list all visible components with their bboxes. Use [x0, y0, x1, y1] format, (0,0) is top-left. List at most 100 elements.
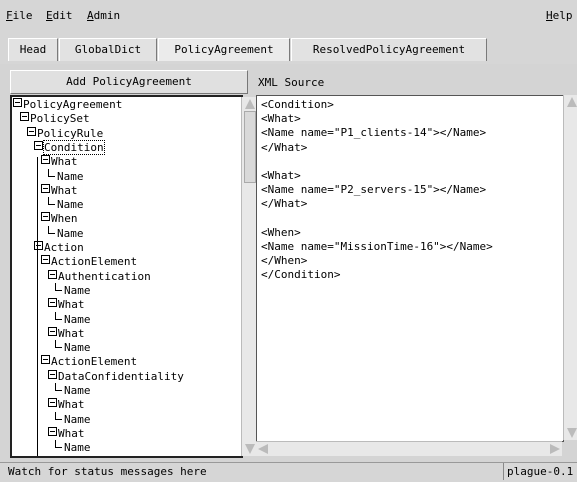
- tree-node-dataconfidentiality[interactable]: DataConfidentiality: [48, 369, 184, 384]
- collapse-icon[interactable]: [34, 241, 43, 250]
- tree-node-policyagreement[interactable]: PolicyAgreement: [13, 98, 122, 112]
- tree-leaf-name[interactable]: Name: [55, 311, 91, 327]
- leaf-connector-icon: [55, 440, 62, 449]
- tree-node-label: When: [51, 212, 78, 226]
- collapse-icon[interactable]: [20, 112, 29, 122]
- menu-edit[interactable]: Edit: [46, 9, 73, 22]
- collapse-icon[interactable]: [48, 298, 57, 308]
- collapse-icon[interactable]: [13, 98, 22, 107]
- tree-node-label: What: [58, 426, 85, 440]
- tree-node-what[interactable]: What: [48, 426, 85, 441]
- tree-node-actionelement[interactable]: ActionElement: [41, 255, 137, 269]
- collapse-icon[interactable]: [34, 140, 43, 150]
- tree-node-label: Name: [64, 341, 91, 355]
- tree-node-label: What: [58, 398, 85, 412]
- collapse-icon[interactable]: [48, 398, 57, 408]
- xml-line: <What>: [261, 112, 301, 126]
- tree-node-condition[interactable]: Condition: [34, 139, 105, 155]
- scroll-thumb[interactable]: [244, 111, 256, 183]
- scroll-down-icon[interactable]: [567, 428, 577, 438]
- collapse-icon[interactable]: [48, 426, 57, 436]
- tab-globaldict[interactable]: GlobalDict: [59, 38, 157, 61]
- tree-leaf-name[interactable]: Name: [55, 383, 91, 398]
- leaf-connector-icon: [55, 311, 62, 320]
- collapse-icon[interactable]: [41, 255, 50, 265]
- tree-scrollbar[interactable]: [241, 97, 257, 456]
- collapse-icon[interactable]: [48, 269, 57, 279]
- collapse-icon[interactable]: [41, 155, 50, 165]
- xml-line: </What>: [261, 197, 308, 211]
- tree-node-label: What: [58, 298, 85, 312]
- add-policyagreement-button[interactable]: Add PolicyAgreement: [10, 70, 248, 94]
- tree-node-label: ActionElement: [51, 255, 138, 269]
- scroll-up-icon[interactable]: [245, 99, 255, 109]
- tree-node-when[interactable]: When: [41, 212, 78, 226]
- tree-node-policyrule[interactable]: PolicyRule: [27, 126, 104, 141]
- tree-node-what[interactable]: What: [48, 398, 85, 412]
- tree-node-what[interactable]: What: [41, 183, 78, 198]
- tree-leaf-name[interactable]: Name: [48, 197, 84, 212]
- xml-line: </When>: [261, 254, 308, 268]
- scroll-up-icon[interactable]: [567, 97, 577, 107]
- tree-node-label: Name: [57, 169, 84, 183]
- tree-leaf-name[interactable]: Name: [55, 440, 91, 455]
- tree-node-what[interactable]: What: [48, 326, 85, 341]
- collapse-icon[interactable]: [48, 369, 57, 379]
- xml-vertical-scrollbar[interactable]: [563, 95, 577, 440]
- tree-node-what[interactable]: What: [48, 298, 85, 312]
- tree-node-label: Name: [57, 226, 84, 240]
- scroll-right-icon[interactable]: [550, 444, 560, 454]
- tree-leaf-name[interactable]: Name: [55, 282, 91, 298]
- collapse-icon[interactable]: [27, 126, 36, 136]
- tree-node-label: Name: [57, 198, 84, 212]
- tree-node-label: Action: [44, 241, 84, 254]
- tree-node-label: Name: [64, 312, 91, 326]
- collapse-icon[interactable]: [41, 212, 50, 222]
- menu-help[interactable]: Help: [546, 9, 573, 22]
- tab-policyagreement[interactable]: PolicyAgreement: [158, 38, 290, 61]
- tree-leaf-name[interactable]: Name: [48, 225, 84, 241]
- tree-node-label: What: [51, 183, 78, 197]
- leaf-connector-icon: [48, 197, 55, 206]
- leaf-connector-icon: [55, 411, 62, 420]
- xml-horizontal-scrollbar[interactable]: [256, 441, 562, 456]
- policy-tree[interactable]: PolicyAgreement PolicySet PolicyRule Condit…: [10, 95, 243, 458]
- tree-leaf-name[interactable]: Name: [48, 168, 84, 184]
- tree-node-label: Name: [64, 441, 91, 455]
- menu-file[interactable]: File: [6, 9, 33, 22]
- xml-line: </Condition>: [261, 268, 341, 282]
- leaf-connector-icon: [55, 383, 62, 391]
- scroll-down-icon[interactable]: [245, 444, 255, 454]
- tree-node-label: DataConfidentiality: [58, 369, 184, 383]
- tree-node-label: PolicyAgreement: [23, 98, 123, 111]
- tab-resolvedpolicyagreement[interactable]: ResolvedPolicyAgreement: [291, 38, 487, 61]
- tree-node-what[interactable]: What: [41, 155, 78, 169]
- tree-node-authentication[interactable]: Authentication: [48, 269, 151, 284]
- scroll-left-icon[interactable]: [258, 444, 268, 454]
- tab-head[interactable]: Head: [8, 38, 58, 61]
- collapse-icon[interactable]: [41, 183, 50, 193]
- xml-line: </What>: [261, 140, 308, 154]
- tree-leaf-name[interactable]: Name: [55, 411, 91, 427]
- host-indicator: plague-0.1: [503, 463, 577, 480]
- xml-source-panel[interactable]: <Condition> <What> <Name name="P1_clients-…: [256, 95, 564, 442]
- xml-line: <Name name="MissionTime-16"></Name>: [261, 240, 493, 253]
- status-message: Watch for status messages here: [8, 465, 207, 478]
- xml-line: <When>: [261, 225, 301, 239]
- tree-node-label: ActionElement: [51, 355, 138, 369]
- tree-node-label: Name: [64, 384, 91, 397]
- collapse-icon[interactable]: [48, 326, 57, 336]
- tree-node-label: PolicyRule: [37, 126, 104, 140]
- tree-node-actionelement[interactable]: ActionElement: [41, 355, 137, 369]
- tree-node-label: PolicySet: [30, 112, 90, 126]
- tree-node-label: Authentication: [58, 269, 151, 283]
- tree-node-label: What: [58, 326, 85, 340]
- collapse-icon[interactable]: [41, 355, 50, 365]
- tree-node-policyset[interactable]: PolicySet: [20, 112, 90, 126]
- menu-admin[interactable]: Admin: [87, 9, 120, 22]
- tree-node-action[interactable]: Action: [34, 241, 84, 255]
- xml-line: <Name name="P1_clients-14"></Name>: [261, 126, 487, 140]
- tree-leaf-name[interactable]: Name: [55, 340, 91, 355]
- tree-node-label: What: [51, 155, 78, 169]
- tree-node-label: Name: [64, 283, 91, 297]
